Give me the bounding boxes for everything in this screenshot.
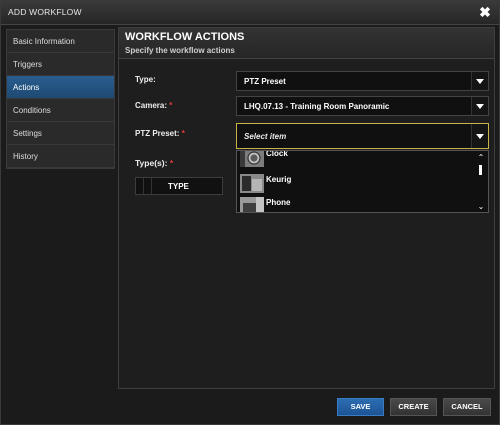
types-label-text: Type(s):: [135, 158, 168, 168]
add-workflow-window: ADD WORKFLOW ✖ Basic Information Trigger…: [0, 0, 500, 425]
table-cell: [144, 178, 152, 194]
dropdown-scrollbar[interactable]: ⌃ ⌄: [477, 151, 485, 212]
page-title: WORKFLOW ACTIONS: [125, 31, 245, 43]
type-select[interactable]: PTZ Preset: [236, 71, 489, 91]
sidebar-item-history[interactable]: History: [7, 145, 114, 168]
type-label: Type:: [135, 75, 156, 84]
ptz-preset-label-text: PTZ Preset:: [135, 129, 180, 138]
chevron-down-icon[interactable]: [471, 124, 488, 148]
save-button[interactable]: SAVE: [337, 398, 384, 416]
ptz-preset-dropdown: Clock Keurig Phone ⌃ ⌄: [236, 150, 489, 213]
list-item[interactable]: Keurig: [237, 174, 488, 197]
required-mark: *: [169, 101, 173, 110]
window-title: ADD WORKFLOW: [8, 7, 82, 17]
camera-select-value: LHQ.07.13 - Training Room Panoramic: [244, 102, 390, 111]
required-mark: *: [181, 129, 185, 138]
phone-thumbnail-icon: [240, 197, 264, 212]
type-column-header: TYPE: [168, 182, 189, 191]
option-label-phone: Phone: [266, 198, 291, 207]
clock-thumbnail-icon: [240, 151, 264, 167]
camera-select[interactable]: LHQ.07.13 - Training Room Panoramic: [236, 96, 489, 116]
page-subtitle: Specify the workflow actions: [125, 46, 235, 55]
create-button[interactable]: CREATE: [390, 398, 437, 416]
camera-label-text: Camera:: [135, 101, 168, 110]
required-mark: *: [169, 158, 174, 168]
camera-label: Camera: *: [135, 101, 172, 110]
close-icon[interactable]: ✖: [477, 4, 493, 20]
title-bar: ADD WORKFLOW ✖: [1, 1, 499, 25]
sidebar: Basic Information Triggers Actions Condi…: [6, 29, 115, 169]
sidebar-item-actions[interactable]: Actions: [7, 76, 114, 99]
chevron-down-icon[interactable]: [471, 97, 488, 115]
chevron-up-icon[interactable]: ⌃: [477, 154, 485, 162]
ptz-preset-label: PTZ Preset: *: [135, 129, 185, 138]
table-cell: [136, 178, 144, 194]
list-item[interactable]: Clock: [237, 150, 488, 171]
ptz-preset-placeholder: Select item: [244, 132, 287, 141]
sidebar-item-basic-information[interactable]: Basic Information: [7, 30, 114, 53]
chevron-down-icon[interactable]: [471, 72, 488, 90]
scrollbar-thumb[interactable]: [479, 165, 482, 175]
chevron-down-icon[interactable]: ⌄: [477, 203, 485, 211]
option-label-clock: Clock: [266, 150, 288, 158]
sidebar-item-settings[interactable]: Settings: [7, 122, 114, 145]
main-panel: WORKFLOW ACTIONS Specify the workflow ac…: [118, 27, 495, 389]
option-label-keurig: Keurig: [266, 175, 292, 184]
panel-header: WORKFLOW ACTIONS Specify the workflow ac…: [119, 28, 494, 59]
cancel-button[interactable]: CANCEL: [443, 398, 491, 416]
type-select-value: PTZ Preset: [244, 77, 286, 86]
keurig-thumbnail-icon: [240, 174, 264, 193]
ptz-preset-select[interactable]: Select item: [236, 123, 489, 149]
list-item[interactable]: Phone: [237, 197, 488, 212]
types-label: Type(s): *: [135, 158, 173, 168]
sidebar-item-triggers[interactable]: Triggers: [7, 53, 114, 76]
type-table-header: TYPE: [135, 177, 223, 195]
sidebar-item-conditions[interactable]: Conditions: [7, 99, 114, 122]
